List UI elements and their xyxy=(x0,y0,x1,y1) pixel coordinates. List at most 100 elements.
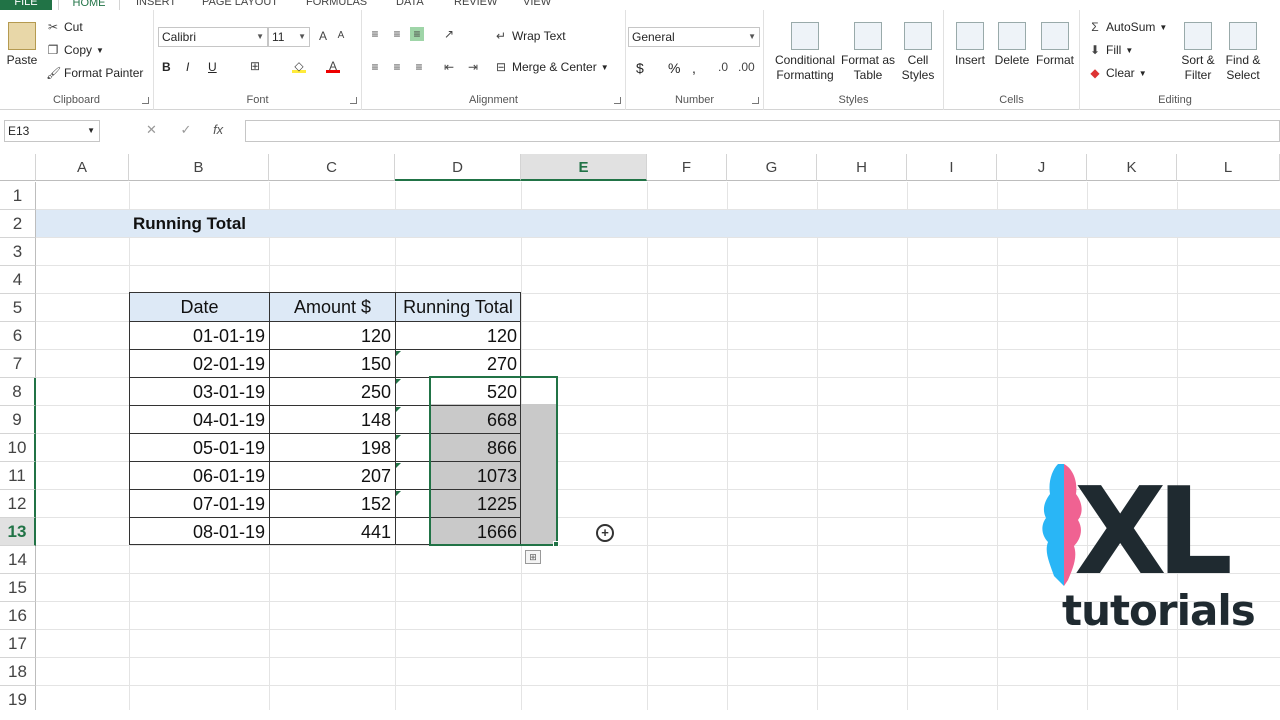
insert-function-icon[interactable]: fx xyxy=(213,122,223,137)
formula-input[interactable] xyxy=(245,120,1280,142)
row-header-15[interactable]: 15 xyxy=(0,574,36,602)
row-header-4[interactable]: 4 xyxy=(0,266,36,294)
fill-handle[interactable] xyxy=(553,541,559,547)
row-header-10[interactable]: 10 xyxy=(0,434,36,462)
percent-button[interactable]: % xyxy=(668,60,680,76)
decrease-indent-button[interactable]: ⇤ xyxy=(442,60,456,74)
number-format-select[interactable]: General ▼ xyxy=(628,27,760,47)
row-header-17[interactable]: 17 xyxy=(0,630,36,658)
comma-button[interactable]: , xyxy=(692,60,696,76)
row-header-12[interactable]: 12 xyxy=(0,490,36,518)
tab-insert[interactable]: INSERT xyxy=(136,0,176,8)
copy-button[interactable]: ❐ Copy ▼ xyxy=(46,43,104,57)
selection-range[interactable] xyxy=(429,376,558,546)
conditional-formatting-button[interactable]: Conditional Formatting xyxy=(768,22,842,83)
underline-button[interactable]: U xyxy=(208,60,217,74)
row-header-11[interactable]: 11 xyxy=(0,462,36,490)
font-color-button[interactable]: A xyxy=(326,59,340,73)
enter-icon[interactable]: ✓ xyxy=(181,122,192,137)
format-painter-button[interactable]: 🖌 Format Painter xyxy=(46,66,143,80)
alignment-launcher-icon[interactable] xyxy=(614,97,621,104)
error-indicator-icon[interactable] xyxy=(396,435,401,440)
column-header-f[interactable]: F xyxy=(647,154,727,181)
borders-button[interactable]: ⊞ xyxy=(248,59,262,73)
fill-color-button[interactable]: ◇ xyxy=(292,59,306,73)
select-all-corner[interactable] xyxy=(0,154,36,181)
row-header-7[interactable]: 7 xyxy=(0,350,36,378)
clipboard-launcher-icon[interactable] xyxy=(142,97,149,104)
tab-home[interactable]: HOME xyxy=(58,0,120,10)
clear-button[interactable]: ◆ Clear ▼ xyxy=(1088,66,1146,80)
row-header-3[interactable]: 3 xyxy=(0,238,36,266)
currency-button[interactable]: $ xyxy=(636,60,644,76)
sheet-title[interactable]: Running Total xyxy=(133,210,246,238)
paste-button[interactable]: Paste xyxy=(4,22,40,68)
column-header-k[interactable]: K xyxy=(1087,154,1177,181)
align-right-button[interactable]: ≡ xyxy=(412,60,426,74)
error-indicator-icon[interactable] xyxy=(396,351,401,356)
format-as-table-button[interactable]: Format as Table xyxy=(840,22,896,83)
row-header-14[interactable]: 14 xyxy=(0,546,36,574)
align-center-button[interactable]: ≡ xyxy=(390,60,404,74)
font-grow-button[interactable]: AA xyxy=(316,29,348,43)
column-header-h[interactable]: H xyxy=(817,154,907,181)
autosum-button[interactable]: Σ AutoSum ▼ xyxy=(1088,20,1167,34)
font-size-select[interactable]: 11 ▼ xyxy=(268,27,310,47)
row-header-13[interactable]: 13 xyxy=(0,518,36,546)
error-indicator-icon[interactable] xyxy=(396,463,401,468)
middle-align-button[interactable]: ≡ xyxy=(390,27,404,41)
font-shrink-icon[interactable]: A xyxy=(334,29,348,43)
column-header-c[interactable]: C xyxy=(269,154,395,181)
wrap-text-button[interactable]: ↵ Wrap Text xyxy=(494,29,566,43)
increase-decimal-button[interactable]: .0 xyxy=(716,60,730,74)
insert-button[interactable]: Insert xyxy=(950,22,990,68)
quick-analysis-icon[interactable]: ⊞ xyxy=(525,550,541,564)
tab-view[interactable]: VIEW xyxy=(523,0,551,8)
row-header-8[interactable]: 8 xyxy=(0,378,36,406)
row-header-18[interactable]: 18 xyxy=(0,658,36,686)
increase-indent-button[interactable]: ⇥ xyxy=(466,60,480,74)
column-header-g[interactable]: G xyxy=(727,154,817,181)
row-header-6[interactable]: 6 xyxy=(0,322,36,350)
cut-button[interactable]: ✂ Cut xyxy=(46,20,83,34)
cancel-icon[interactable]: ✕ xyxy=(146,122,157,137)
row-header-9[interactable]: 9 xyxy=(0,406,36,434)
decrease-decimal-button[interactable]: .00 xyxy=(738,60,755,74)
error-indicator-icon[interactable] xyxy=(396,379,401,384)
name-box[interactable]: E13 ▼ xyxy=(4,120,100,142)
find-select-button[interactable]: Find & Select xyxy=(1220,22,1266,83)
format-button[interactable]: Format xyxy=(1034,22,1076,68)
delete-button[interactable]: Delete xyxy=(992,22,1032,68)
fill-button[interactable]: ⬇ Fill ▼ xyxy=(1088,43,1133,57)
row-header-19[interactable]: 19 xyxy=(0,686,36,710)
number-launcher-icon[interactable] xyxy=(752,97,759,104)
bottom-align-button[interactable]: ≡ xyxy=(410,27,424,41)
align-left-button[interactable]: ≡ xyxy=(368,60,382,74)
font-name-select[interactable]: Calibri ▼ xyxy=(158,27,268,47)
cell-styles-button[interactable]: Cell Styles xyxy=(896,22,940,83)
tab-page-layout[interactable]: PAGE LAYOUT xyxy=(202,0,278,8)
column-header-d[interactable]: D xyxy=(395,154,521,181)
row-header-16[interactable]: 16 xyxy=(0,602,36,630)
italic-button[interactable]: I xyxy=(186,60,189,74)
sort-filter-button[interactable]: Sort & Filter xyxy=(1176,22,1220,83)
error-indicator-icon[interactable] xyxy=(396,491,401,496)
column-header-e[interactable]: E xyxy=(521,154,647,181)
error-indicator-icon[interactable] xyxy=(396,407,401,412)
column-header-a[interactable]: A xyxy=(36,154,129,181)
merge-center-button[interactable]: ⊟ Merge & Center ▼ xyxy=(494,60,609,74)
column-header-b[interactable]: B xyxy=(129,154,269,181)
row-header-1[interactable]: 1 xyxy=(0,182,36,210)
column-header-j[interactable]: J xyxy=(997,154,1087,181)
row-header-5[interactable]: 5 xyxy=(0,294,36,322)
tab-data[interactable]: DATA xyxy=(396,0,424,8)
orientation-button[interactable]: ↗ xyxy=(442,27,456,41)
column-header-l[interactable]: L xyxy=(1177,154,1280,181)
tab-file[interactable]: FILE xyxy=(0,0,52,10)
bold-button[interactable]: B xyxy=(162,60,171,74)
column-header-i[interactable]: I xyxy=(907,154,997,181)
top-align-button[interactable]: ≡ xyxy=(368,27,382,41)
font-launcher-icon[interactable] xyxy=(350,97,357,104)
row-header-2[interactable]: 2 xyxy=(0,210,36,238)
tab-review[interactable]: REVIEW xyxy=(454,0,497,8)
